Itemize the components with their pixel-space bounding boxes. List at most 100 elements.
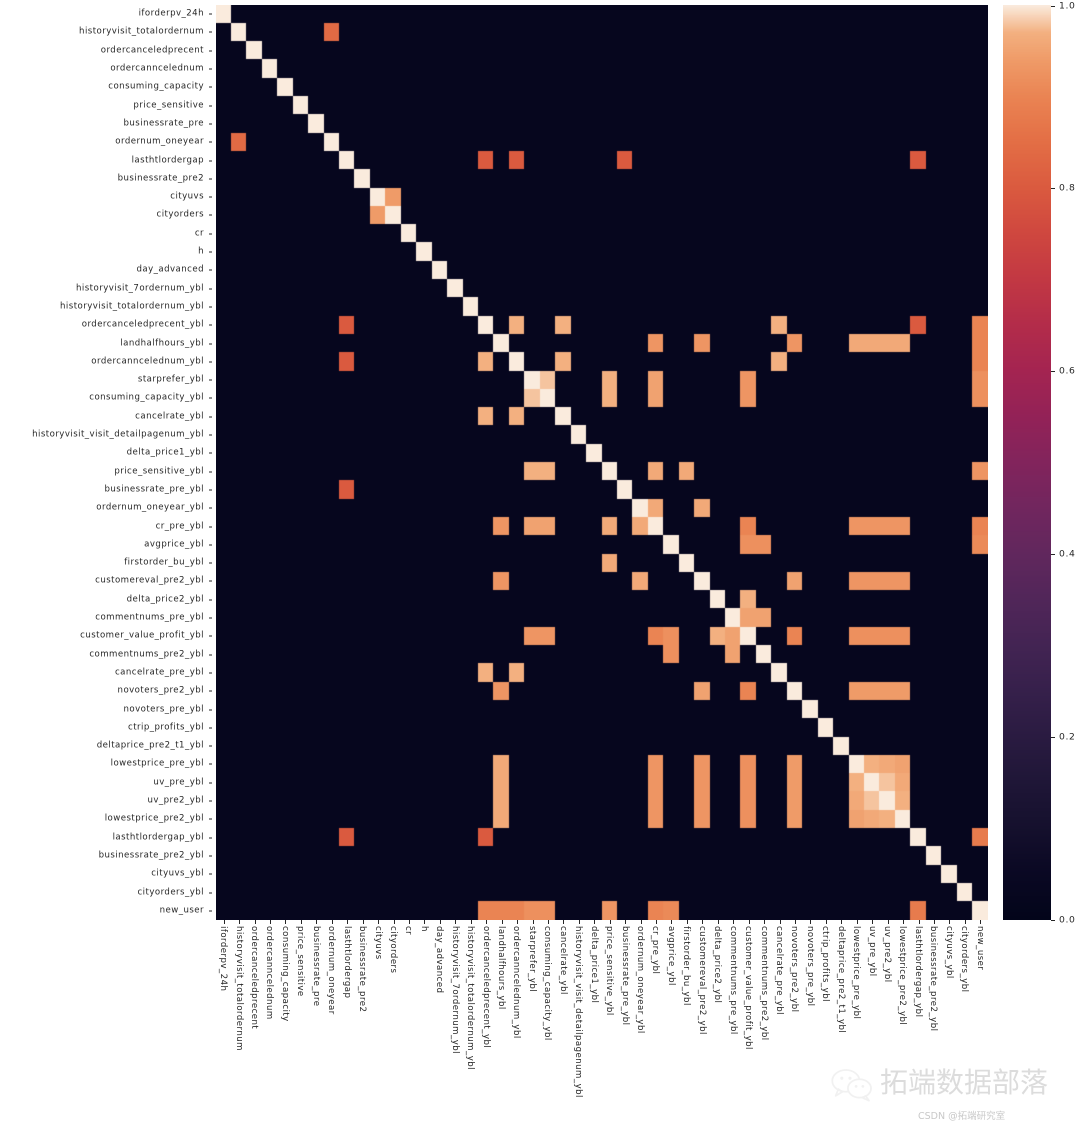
x-tick-mark	[439, 920, 441, 924]
y-tick-label: commentnums_pre_ybl	[95, 612, 204, 623]
x-tick-label: cancelrate_pre_ybl	[773, 926, 784, 1016]
x-tick-label: lasthtlordergap_ybl	[912, 926, 923, 1018]
x-tick-label: novoters_pre2_ybl	[789, 926, 800, 1013]
heatmap-cells[interactable]	[216, 5, 988, 920]
y-tick-label: lowestprice_pre_ybl	[110, 758, 204, 769]
x-tick-label: businessrate_pre	[310, 926, 321, 1007]
y-tick-label: novoters_pre2_ybl	[117, 685, 204, 696]
x-tick-mark	[223, 920, 225, 924]
y-tick-mark	[208, 233, 212, 235]
colorbar-tick-label: 1.0	[1059, 0, 1076, 11]
correlation-heatmap-figure: iforderpv_24h historyvisit_totalordernum o…	[0, 0, 1080, 1129]
y-tick-label: historyvisit_visit_detailpagenum_ybl	[32, 429, 204, 440]
x-tick-mark	[517, 920, 519, 924]
y-tick-label: new_user	[159, 905, 204, 916]
x-tick-label: avgprice_ybl	[665, 926, 676, 986]
x-tick-label: new_user	[974, 926, 985, 971]
x-tick-mark	[686, 920, 688, 924]
x-tick-mark	[532, 920, 534, 924]
y-tick-label: cityorders	[156, 209, 204, 220]
y-tick-mark	[208, 526, 212, 528]
x-tick-mark	[887, 920, 889, 924]
colorbar-gradient	[1003, 5, 1051, 920]
x-tick-label: delta_price2_ybl	[712, 926, 723, 1004]
y-tick-label: uv_pre2_ybl	[147, 795, 204, 806]
y-tick-label: cancelrate_ybl	[135, 411, 204, 422]
y-tick-mark	[208, 892, 212, 894]
x-tick-mark	[470, 920, 472, 924]
x-tick-mark	[316, 920, 318, 924]
x-tick-label: lowestprice_pre2_ybl	[897, 926, 908, 1026]
y-tick-mark	[208, 709, 212, 711]
y-tick-mark	[208, 489, 212, 491]
y-tick-mark	[208, 672, 212, 674]
y-tick-label: novoters_pre_ybl	[123, 704, 204, 715]
y-tick-mark	[208, 837, 212, 839]
y-tick-label: price_sensitive	[133, 100, 204, 111]
x-tick-mark	[779, 920, 781, 924]
x-tick-mark	[764, 920, 766, 924]
y-tick-mark	[208, 452, 212, 454]
y-tick-label: historyvisit_totalordernum_ybl	[60, 301, 204, 312]
y-tick-mark	[208, 361, 212, 363]
x-tick-mark	[455, 920, 457, 924]
x-tick-label: ordernum_oneyear_ybl	[635, 926, 645, 1034]
y-tick-label: day_advanced	[136, 264, 204, 275]
x-tick-label: historyvisit_7ordernum_ybl	[449, 926, 460, 1054]
colorbar-tick-mark	[1051, 5, 1055, 7]
x-tick-label: cancelrate_ybl	[557, 926, 568, 995]
x-tick-mark	[378, 920, 380, 924]
y-tick-label: cancelrate_pre_ybl	[114, 667, 204, 678]
x-tick-mark	[856, 920, 858, 924]
y-tick-mark	[208, 855, 212, 857]
x-tick-mark	[362, 920, 364, 924]
y-tick-mark	[208, 214, 212, 216]
heatmap-plot-area[interactable]	[216, 5, 988, 920]
x-tick-label: landhalfhours_ybl	[496, 926, 507, 1010]
y-tick-mark	[208, 306, 212, 308]
x-tick-mark	[270, 920, 272, 924]
y-tick-mark	[208, 196, 212, 198]
y-tick-label: ordercanncelednum	[110, 63, 204, 74]
colorbar-tick-label: 0.4	[1059, 548, 1076, 560]
colorbar-tick-mark	[1051, 188, 1055, 189]
x-tick-mark	[501, 920, 503, 924]
y-tick-mark	[208, 910, 212, 912]
y-tick-label: lasthtlordergap_ybl	[112, 832, 204, 843]
y-tick-mark	[208, 562, 212, 564]
x-tick-label: cityuvs_ybl	[943, 926, 954, 979]
y-tick-label: lasthtlordergap	[131, 155, 204, 166]
x-tick-mark	[933, 920, 935, 924]
y-tick-label: price_sensitive_ybl	[114, 466, 204, 477]
y-tick-label: lowestprice_pre2_ybl	[104, 813, 204, 824]
y-tick-mark	[208, 123, 212, 125]
y-tick-mark	[208, 580, 212, 582]
y-tick-mark	[208, 86, 212, 88]
y-tick-label: cr_pre_ybl	[155, 521, 204, 532]
x-tick-label: starprefer_ybl	[526, 926, 537, 993]
x-tick-label: commentnums_pre2_ybl	[758, 926, 769, 1041]
y-tick-label: firstorder_bu_ybl	[124, 557, 204, 568]
y-tick-label: businessrate_pre	[123, 118, 204, 129]
y-tick-mark	[208, 343, 212, 345]
x-tick-mark	[578, 920, 580, 924]
colorbar[interactable]: 0.0 0.2 0.4 0.6 0.8 1.0	[1003, 0, 1079, 925]
y-tick-mark	[208, 160, 212, 162]
y-tick-label: customereval_pre2_ybl	[95, 575, 204, 586]
colorbar-tick-label: 0.6	[1059, 365, 1076, 377]
y-tick-mark	[208, 873, 212, 875]
x-tick-label: cityorders_ybl	[959, 926, 970, 993]
x-tick-label: commentnums_pre_ybl	[727, 926, 738, 1035]
x-tick-label: uv_pre2_ybl	[882, 926, 893, 983]
y-tick-label: avgprice_ybl	[144, 539, 204, 550]
x-tick-label: consuming_capacity	[279, 926, 290, 1022]
y-tick-mark	[208, 105, 212, 107]
x-tick-mark	[949, 920, 951, 924]
x-tick-label: delta_price1_ybl	[588, 926, 599, 1004]
colorbar-tick-label: 0.0	[1059, 914, 1076, 925]
y-tick-label: cityuvs_ybl	[151, 868, 204, 879]
x-tick-label: iforderpv_24h	[218, 926, 229, 992]
y-tick-label: ctrip_profits_ybl	[128, 722, 204, 733]
x-tick-mark	[625, 920, 627, 924]
x-tick-mark	[594, 920, 596, 924]
